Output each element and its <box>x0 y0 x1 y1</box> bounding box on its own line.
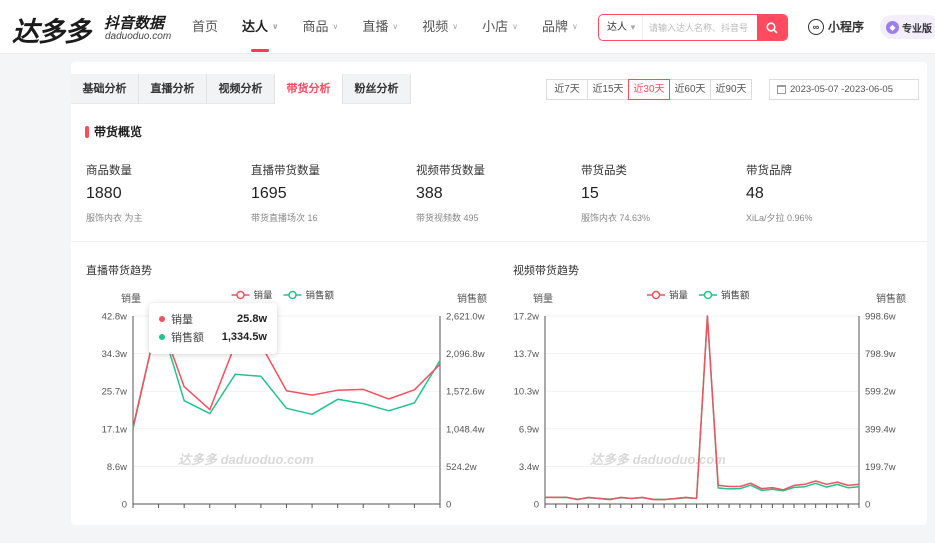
search-icon <box>766 21 778 34</box>
chevron-down-icon: ∨ <box>332 22 339 31</box>
stat-sub: 服饰内衣 为主 <box>86 213 143 223</box>
stat-item: 直播带货数量 1695 带货直播场次 16 <box>251 162 411 224</box>
date-range-buttons: 近7天 近15天 近30天 近60天 近90天 <box>546 79 752 100</box>
range-button[interactable]: 近30天 <box>628 79 670 100</box>
nav-item[interactable]: 首页 <box>184 0 226 54</box>
overview-title-text: 带货概览 <box>94 125 143 139</box>
search-box: 达人 ▼ <box>598 14 788 41</box>
tooltip-name: 销售额 <box>171 332 204 344</box>
tab-item[interactable]: 直播分析 <box>139 74 207 104</box>
stat-value: 15 <box>581 185 599 202</box>
chevron-down-icon: ∨ <box>572 22 578 31</box>
chevron-down-icon: ∨ <box>392 22 399 31</box>
nav-item-label: 小店 <box>482 19 509 34</box>
pro-version-button[interactable]: ◆ 专业版 <box>880 15 935 39</box>
mini-program-button[interactable]: ∞ 小程序 <box>808 18 864 35</box>
nav-item[interactable]: 达人 ∨ <box>234 0 287 54</box>
stat-item: 带货品牌 48 XiLa/夕拉 0.96% <box>746 162 906 224</box>
mini-program-icon: ∞ <box>808 18 824 35</box>
chevron-down-icon: ∨ <box>272 22 279 31</box>
tooltip-row: 销售额 1,334.5w <box>159 328 267 346</box>
range-button[interactable]: 近90天 <box>710 79 752 100</box>
tab-item[interactable]: 视频分析 <box>207 74 275 104</box>
stat-value: 48 <box>746 185 764 202</box>
chart-tooltip: 销量 25.8w 销售额 1,334.5w <box>149 303 277 354</box>
analysis-tabs: 基础分析 直播分析 视频分析 带货分析 粉丝分析 <box>71 74 411 104</box>
section-divider <box>71 241 927 242</box>
search-button[interactable] <box>757 15 787 40</box>
nav-item-label: 品牌 <box>542 19 569 34</box>
stat-label: 直播带货数量 <box>251 165 320 177</box>
nav-item-label: 达人 <box>242 19 269 34</box>
tooltip-row: 销量 25.8w <box>159 310 267 328</box>
nav-item[interactable]: 直播 ∨ <box>354 0 406 54</box>
analysis-card: 基础分析 直播分析 视频分析 带货分析 粉丝分析 近7天 近15天 近30天 近60天 近90天… <box>71 62 927 525</box>
tooltip-value: 25.8w <box>237 313 267 325</box>
nav-item[interactable]: 商品 ∨ <box>295 0 347 54</box>
stat-label: 带货品类 <box>581 165 627 177</box>
nav-item-label: 直播 <box>362 19 389 34</box>
stat-item: 带货品类 15 服饰内衣 74.63% <box>581 162 741 224</box>
live-trend-title: 直播带货趋势 <box>86 265 152 277</box>
nav-item[interactable]: 品牌 ∨ <box>534 0 586 54</box>
stat-sub: XiLa/夕拉 0.96% <box>746 213 813 223</box>
pro-version-label: 专业版 <box>902 23 932 35</box>
video-trend-title: 视频带货趋势 <box>513 265 579 277</box>
calendar-icon <box>777 85 786 94</box>
nav-item-label: 商品 <box>302 19 329 34</box>
search-input[interactable] <box>643 15 757 40</box>
main-nav: 首页 达人 ∨ 商品 ∨ 直播 ∨ 视频 ∨ 小店 ∨ 品牌 ∨ <box>184 0 594 54</box>
mini-program-label: 小程序 <box>828 20 865 34</box>
nav-item[interactable]: 视频 ∨ <box>414 0 466 54</box>
logo-mark: 达多多 <box>12 17 91 48</box>
stat-label: 视频带货数量 <box>416 165 485 177</box>
nav-item-label: 首页 <box>192 19 219 34</box>
chevron-down-icon: ∨ <box>512 22 519 31</box>
stat-value: 388 <box>416 185 443 202</box>
stat-value: 1880 <box>86 185 122 202</box>
stat-item: 商品数量 1880 服饰内衣 为主 <box>86 162 246 224</box>
overview-title: 带货概览 <box>85 123 142 140</box>
nav-item[interactable]: 小店 ∨ <box>474 0 526 54</box>
logo-tagline: 抖音数据 <box>104 15 165 32</box>
stat-sub: 服饰内衣 74.63% <box>581 213 651 223</box>
sales-dot-icon <box>159 316 165 322</box>
range-button[interactable]: 近60天 <box>669 79 711 100</box>
tooltip-value: 1,334.5w <box>221 331 267 343</box>
search-type-select[interactable]: 达人 ▼ <box>599 15 643 40</box>
site-logo[interactable]: 达多多 抖音数据 daduoduo.com <box>12 10 172 48</box>
chevron-down-icon: ▼ <box>629 23 637 32</box>
nav-item-label: 视频 <box>422 19 449 34</box>
logo-domain: daduoduo.com <box>105 31 172 42</box>
section-marker <box>85 125 89 138</box>
range-button[interactable]: 近15天 <box>587 79 629 100</box>
range-button[interactable]: 近7天 <box>546 79 588 100</box>
top-navbar: 达多多 抖音数据 daduoduo.com 首页 达人 ∨ 商品 ∨ 直播 ∨ 视频 ∨ 小店 ∨ 品… <box>0 0 935 54</box>
chevron-down-icon: ∨ <box>452 22 459 31</box>
overview-stats: 商品数量 1880 服饰内衣 为主 直播带货数量 1695 带货直播场次 16 视频带货数量… <box>86 162 916 224</box>
tooltip-name: 销量 <box>171 314 193 326</box>
stat-sub: 带货视频数 495 <box>416 213 479 223</box>
stat-label: 带货品牌 <box>746 165 792 177</box>
stat-label: 商品数量 <box>86 165 132 177</box>
tab-item[interactable]: 粉丝分析 <box>343 74 411 104</box>
stat-value: 1695 <box>251 185 287 202</box>
stat-sub: 带货直播场次 16 <box>251 213 318 223</box>
stat-item: 视频带货数量 388 带货视频数 495 <box>416 162 576 224</box>
tab-item[interactable]: 带货分析 <box>275 74 343 104</box>
tab-item[interactable]: 基础分析 <box>71 74 139 104</box>
diamond-icon: ◆ <box>886 20 899 34</box>
revenue-dot-icon <box>159 334 165 340</box>
date-range-text: 2023-05-07 -2023-06-05 <box>790 84 893 95</box>
search-type-label: 达人 <box>607 22 627 33</box>
date-range-picker[interactable]: 2023-05-07 -2023-06-05 <box>769 79 919 100</box>
